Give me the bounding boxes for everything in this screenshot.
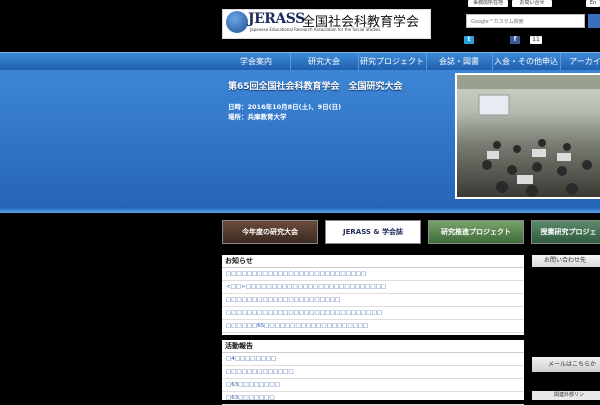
- contact-heading: お問い合わせ先: [532, 255, 600, 267]
- activity-item[interactable]: □63□□□□□□□: [222, 392, 524, 405]
- nav-membership[interactable]: 入会・その他申込: [492, 53, 561, 70]
- banner-jerass-journal[interactable]: JERASS & 学会誌: [325, 220, 421, 244]
- hero-date: 日時：2016年10月8日(土)、9日(日): [228, 103, 342, 111]
- banner-research-project[interactable]: 研究推進プロジェクト: [428, 220, 524, 244]
- nav-about[interactable]: 学会案内: [222, 53, 291, 70]
- news-item[interactable]: <□□>□□□□□□□□□□□□□□□□□□□□□□□□□□□: [222, 281, 524, 294]
- activity-item[interactable]: □4□□□□□□□□: [222, 353, 524, 366]
- nav-archive[interactable]: アーカイ: [560, 53, 600, 70]
- activity-item[interactable]: □63□□□□□□□□: [222, 379, 524, 392]
- banner-lesson-project[interactable]: 授業研究プロジェ: [531, 220, 600, 244]
- search-button[interactable]: [588, 14, 600, 28]
- news-panel: お知らせ □□□□□□□□□□□□□□□□□□□□□□□□□□□ <□□>□□□…: [222, 255, 524, 335]
- hero-title: 第65回全国社会科教育学会 全国研究大会: [228, 82, 403, 92]
- logo-text: JERASS: [248, 11, 305, 27]
- top-links: 事務局所在地 お問い合せ En: [462, 0, 600, 8]
- activity-heading: 活動報告: [222, 340, 524, 353]
- external-links-heading: 関連外部リン: [532, 391, 600, 400]
- news-item[interactable]: □□□□□□65□□□□□□□□□□□□□□□□□□□□: [222, 320, 524, 333]
- news-item[interactable]: □□□□□□□□□□□□□□□□□□□□□□□□□□□: [222, 268, 524, 281]
- nav-conference[interactable]: 研究大会: [290, 53, 359, 70]
- activity-item[interactable]: □□□□□□□□□□□□□: [222, 366, 524, 379]
- activity-panel: 活動報告 □4□□□□□□□□ □□□□□□□□□□□□□ □63□□□□□□□…: [222, 340, 524, 405]
- nav-journal[interactable]: 会誌・図書: [426, 53, 493, 70]
- twitter-icon[interactable]: t: [464, 36, 474, 44]
- facebook-icon[interactable]: f: [510, 36, 520, 44]
- divider-band: [0, 207, 600, 213]
- search-input[interactable]: Google™カスタム検索: [466, 14, 585, 28]
- top-link-english[interactable]: En: [586, 0, 600, 7]
- globe-logo-icon: [226, 11, 248, 33]
- banner-annual-conference[interactable]: 今年度の研究大会: [222, 220, 318, 244]
- mail-button[interactable]: メールはこちらか: [532, 357, 600, 372]
- hero-place: 場所：兵庫教育大学: [228, 113, 287, 121]
- news-item[interactable]: □□□□□□□□□□□□□□□□□□□□□□: [222, 294, 524, 307]
- top-link-office[interactable]: 事務局所在地: [468, 0, 508, 7]
- top-link-contact[interactable]: お問い合せ: [512, 0, 552, 7]
- news-item[interactable]: □□□□□□□□□□□□□□□□□□□□□□□□□□□□□□: [222, 307, 524, 320]
- logo-subtitle: Japanese Educational Research Associatio…: [250, 27, 381, 32]
- conference-photo: [455, 73, 600, 199]
- like-count: 11: [530, 36, 542, 44]
- nav-projects[interactable]: 研究プロジェクト: [358, 53, 427, 70]
- main-nav: 学会案内 研究大会 研究プロジェクト 会誌・図書 入会・その他申込 アーカイ: [0, 52, 600, 71]
- news-heading: お知らせ: [222, 255, 524, 268]
